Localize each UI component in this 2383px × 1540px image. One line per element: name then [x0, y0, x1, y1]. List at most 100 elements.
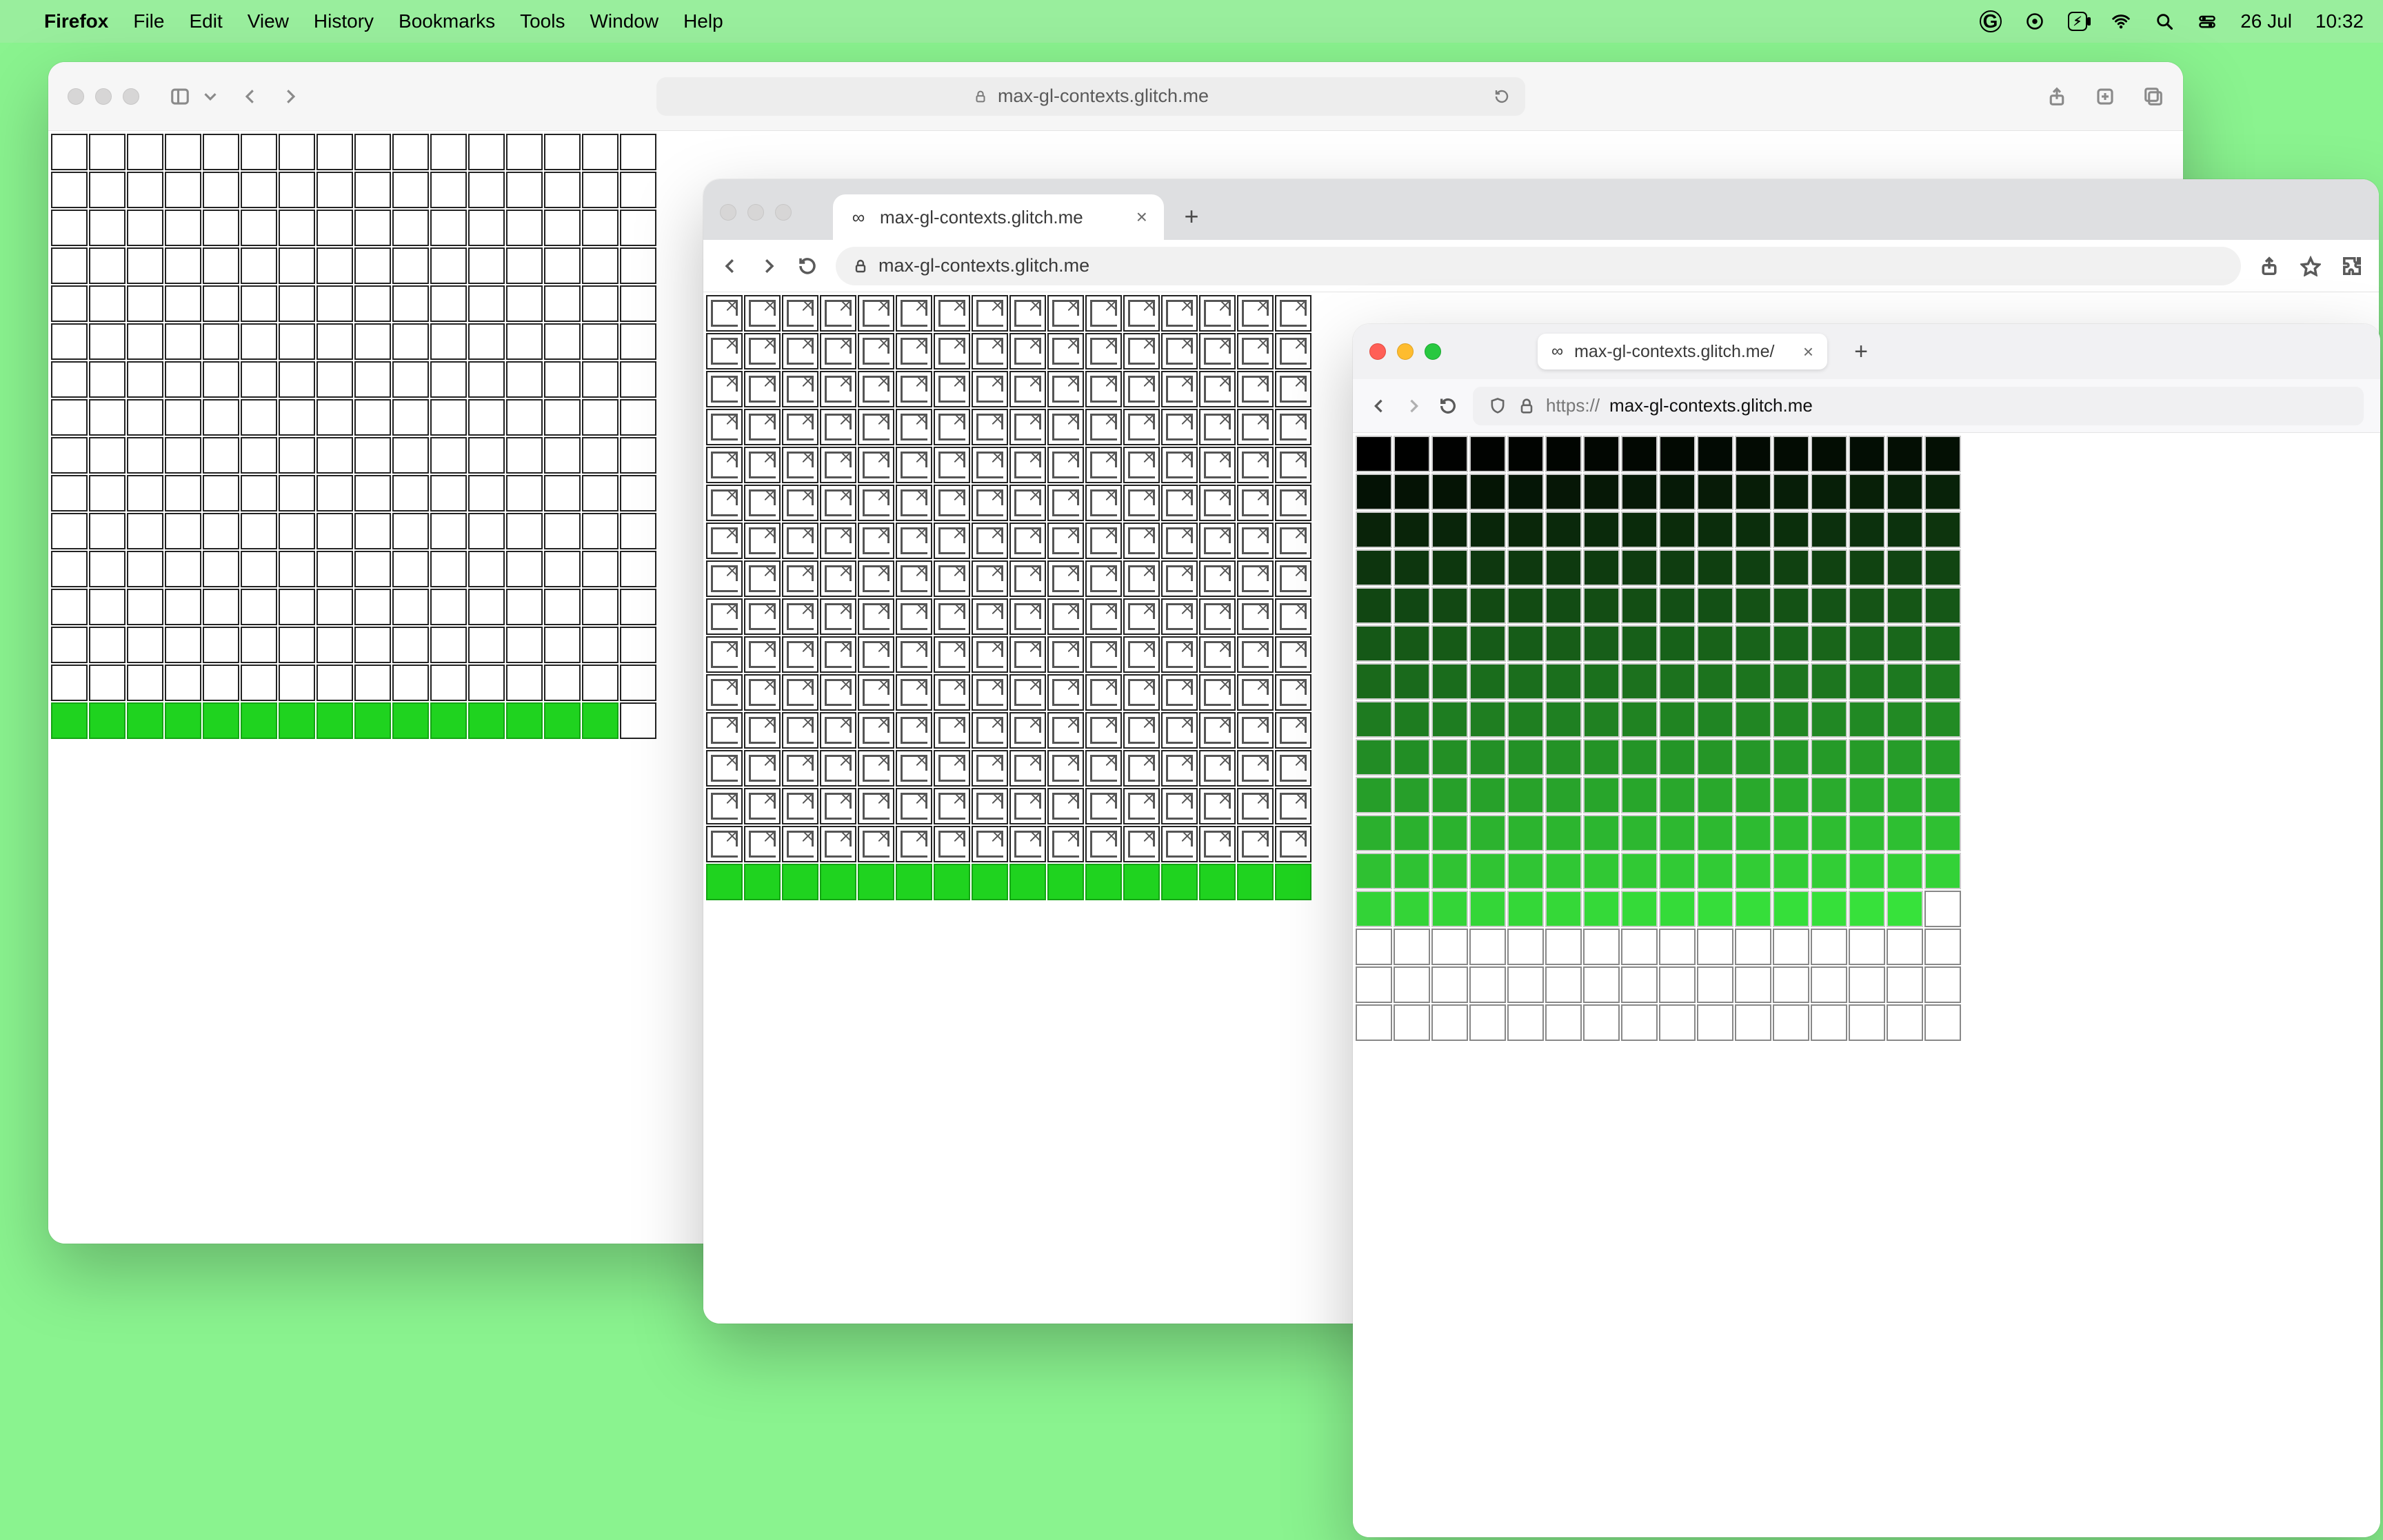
grid-cell [1735, 739, 1771, 776]
back-button-icon[interactable] [720, 256, 741, 276]
menu-history[interactable]: History [314, 10, 374, 32]
menu-tools[interactable]: Tools [520, 10, 565, 32]
grid-cell [1237, 674, 1274, 711]
grid-cell [820, 560, 856, 597]
grid-cell [1659, 777, 1696, 813]
chevron-down-icon[interactable] [200, 86, 221, 107]
grid-cell [1621, 929, 1658, 965]
grid-cell [782, 788, 818, 824]
close-tab-icon[interactable]: × [1136, 206, 1147, 228]
share-icon[interactable] [2047, 86, 2067, 107]
grid-cell [934, 560, 970, 597]
reload-icon[interactable] [1494, 88, 1510, 105]
safari-traffic-lights [68, 88, 139, 105]
menu-help[interactable]: Help [683, 10, 723, 32]
minimise-window-button[interactable] [747, 204, 764, 221]
grid-cell [1356, 815, 1392, 851]
grid-cell [1199, 864, 1236, 900]
close-tab-icon[interactable]: × [1803, 341, 1813, 363]
grid-cell [896, 409, 932, 445]
grid-cell [1085, 447, 1122, 483]
spotlight-search-icon[interactable] [2155, 12, 2174, 31]
grid-cell [1735, 511, 1771, 548]
grid-cell [1085, 409, 1122, 445]
minimise-window-button[interactable] [1397, 343, 1414, 360]
grid-cell [203, 665, 239, 701]
zoom-window-button[interactable] [123, 88, 139, 105]
grid-cell [1161, 750, 1198, 787]
forward-button-icon[interactable] [758, 256, 779, 276]
grid-cell [165, 475, 201, 511]
grid-cell [1469, 891, 1506, 927]
grid-cell [241, 551, 277, 587]
grid-cell [1507, 853, 1544, 889]
reload-icon[interactable] [797, 256, 818, 276]
grid-cell [820, 409, 856, 445]
chrome-address-bar[interactable]: max-gl-contexts.glitch.me [836, 247, 2241, 285]
wifi-icon[interactable] [2111, 11, 2131, 32]
share-icon[interactable] [2259, 256, 2280, 276]
menubar-date[interactable]: 26 Jul [2240, 10, 2292, 32]
firefox-address-bar[interactable]: https://max-gl-contexts.glitch.me [1473, 387, 2364, 425]
grid-cell [241, 513, 277, 549]
menu-bookmarks[interactable]: Bookmarks [399, 10, 495, 32]
control-center-icon[interactable] [2198, 12, 2217, 31]
close-window-button[interactable] [68, 88, 84, 105]
grid-cell [706, 864, 743, 900]
zoom-window-button[interactable] [1425, 343, 1441, 360]
grid-cell [782, 295, 818, 332]
minimise-window-button[interactable] [95, 88, 112, 105]
grid-cell [1811, 511, 1847, 548]
extensions-puzzle-icon[interactable] [2342, 256, 2362, 276]
reload-icon[interactable] [1438, 396, 1458, 416]
battery-status-icon[interactable]: ⚡︎ [2068, 12, 2088, 31]
menu-view[interactable]: View [248, 10, 289, 32]
tracking-shield-icon[interactable] [1488, 396, 1507, 416]
grid-cell [1469, 436, 1506, 472]
bookmark-star-icon[interactable] [2300, 256, 2321, 276]
screen-record-icon[interactable] [2025, 12, 2044, 31]
new-tab-button[interactable]: + [1844, 334, 1878, 369]
grid-cell [1849, 549, 1885, 586]
grid-cell [1849, 511, 1885, 548]
grid-cell [1583, 625, 1620, 662]
tab-overview-icon[interactable] [2143, 86, 2164, 107]
grid-cell [934, 788, 970, 824]
close-window-button[interactable] [1369, 343, 1386, 360]
menu-window[interactable]: Window [590, 10, 658, 32]
menu-file[interactable]: File [133, 10, 164, 32]
sidebar-toggle-icon[interactable] [170, 86, 190, 107]
zoom-window-button[interactable] [775, 204, 792, 221]
grid-cell [165, 172, 201, 208]
grid-cell [316, 475, 353, 511]
grid-cell [165, 399, 201, 436]
grid-cell [1356, 511, 1392, 548]
new-tab-button[interactable]: + [1171, 196, 1212, 237]
grid-cell [89, 323, 125, 360]
forward-button-icon[interactable] [1404, 396, 1423, 416]
grammarly-status-icon[interactable]: G [1980, 10, 2002, 32]
grid-cell [392, 513, 429, 549]
firefox-tab-active[interactable]: ∞ max-gl-contexts.glitch.me/ × [1538, 334, 1827, 369]
close-window-button[interactable] [720, 204, 736, 221]
menubar-time[interactable]: 10:32 [2315, 10, 2364, 32]
grid-cell [1161, 409, 1198, 445]
grid-cell [430, 513, 467, 549]
grid-cell [1275, 712, 1311, 749]
menubar-app-name[interactable]: Firefox [44, 10, 108, 32]
grid-cell [354, 399, 391, 436]
grid-cell [279, 551, 315, 587]
back-button-icon[interactable] [240, 86, 261, 107]
back-button-icon[interactable] [1369, 396, 1389, 416]
safari-address-bar[interactable]: max-gl-contexts.glitch.me [656, 77, 1525, 116]
grid-cell [1773, 474, 1809, 510]
grid-cell [1009, 371, 1046, 407]
grid-cell [51, 247, 88, 284]
grid-cell [1924, 891, 1961, 927]
menu-edit[interactable]: Edit [189, 10, 222, 32]
grid-cell [165, 551, 201, 587]
new-tab-icon[interactable] [2095, 86, 2115, 107]
chrome-tab-active[interactable]: ∞ max-gl-contexts.glitch.me × [833, 194, 1164, 240]
forward-button-icon[interactable] [280, 86, 301, 107]
grid-cell [506, 551, 543, 587]
